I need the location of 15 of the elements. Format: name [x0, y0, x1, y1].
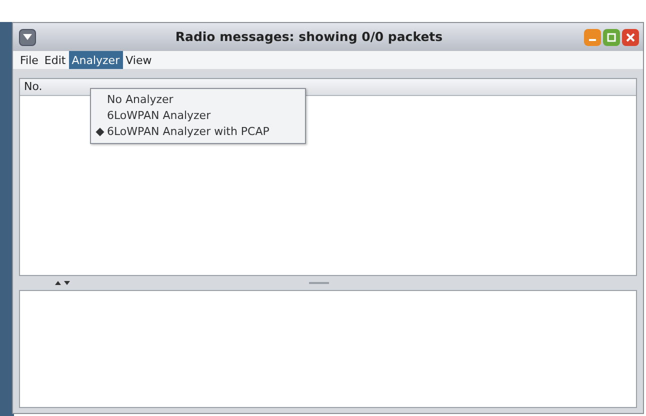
minimize-icon[interactable]	[584, 28, 601, 46]
splitter-arrows-icon[interactable]	[55, 280, 73, 286]
column-header[interactable]: No.	[24, 80, 42, 93]
menu-item[interactable]: File	[17, 51, 42, 69]
window-menu-icon[interactable]	[19, 28, 36, 46]
close-icon[interactable]	[622, 28, 639, 46]
splitter-handle-icon[interactable]	[309, 281, 329, 285]
maximize-icon[interactable]	[603, 28, 620, 46]
menu-option[interactable]: No Analyzer	[91, 92, 305, 108]
window-title: Radio messages: showing 0/0 packets	[174, 28, 444, 46]
menu-item[interactable]: View	[122, 51, 155, 69]
menu-option[interactable]: 6LoWPAN Analyzer with PCAP	[91, 124, 305, 140]
menu-item[interactable]: Edit	[41, 51, 69, 69]
menu-item[interactable]: Analyzer	[68, 51, 123, 69]
menu-option[interactable]: 6LoWPAN Analyzer	[91, 108, 305, 124]
